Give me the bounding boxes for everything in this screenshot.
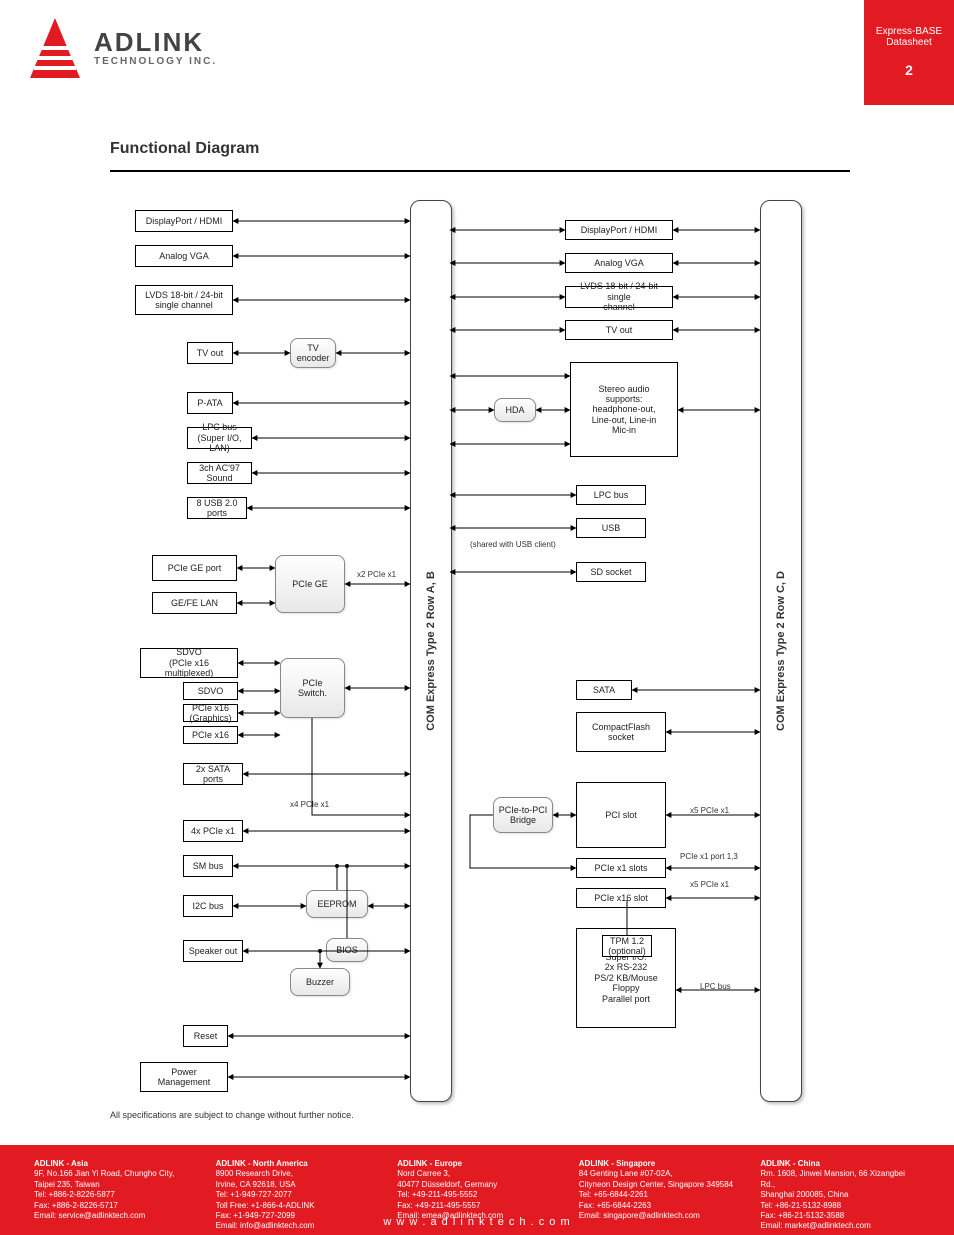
footer-eu-fax: Fax: +49-211-495-5557 — [397, 1201, 557, 1211]
footer-sg: ADLINK - Singapore — [579, 1159, 739, 1169]
page: ADLINK TECHNOLOGY INC. Express-BASE Data… — [0, 0, 954, 1235]
footer-na-toll: Toll Free: +1-866-4-ADLINK — [216, 1201, 376, 1211]
footer-sg-fax: Fax: +65-6844-2263 — [579, 1201, 739, 1211]
footer-url: w w w . a d l i n k t e c h . c o m — [0, 1215, 954, 1229]
footer-sg-addr: 84 Genting Lane #07-02A,Cityneon Design … — [579, 1169, 739, 1190]
footer-eu: ADLINK - Europe — [397, 1159, 557, 1169]
footer-hq-tel: Tel: +886-2-8226-5877 — [34, 1190, 194, 1200]
footer-na: ADLINK - North America — [216, 1159, 376, 1169]
spec-note: All specifications are subject to change… — [110, 1110, 354, 1120]
footer-na-tel: Tel: +1-949-727-2077 — [216, 1190, 376, 1200]
footer-sg-tel: Tel: +65-6844-2261 — [579, 1190, 739, 1200]
footer-cn-addr: Rm. 1608, Jinwei Mansion, 66 Xizangbei R… — [760, 1169, 920, 1200]
footer-hq: ADLINK - Asia — [34, 1159, 194, 1169]
footer-hq-addr: 9F, No.166 Jian Yi Road, Chungho City,Ta… — [34, 1169, 194, 1190]
footer-cn-tel: Tel: +86-21-5132-8988 — [760, 1201, 920, 1211]
footer-hq-fax: Fax: +886-2-8226-5717 — [34, 1201, 194, 1211]
footer: ADLINK - Asia 9F, No.166 Jian Yi Road, C… — [0, 1145, 954, 1235]
diagram: COM Express Type 2 Row A, B COM Express … — [0, 0, 954, 1235]
footer-eu-addr: Nord Carree 3,40477 Düsseldorf, Germany — [397, 1169, 557, 1190]
footer-na-addr: 8900 Research Drive,Irvine, CA 92618, US… — [216, 1169, 376, 1190]
footer-eu-tel: Tel: +49-211-495-5552 — [397, 1190, 557, 1200]
connectors — [0, 0, 954, 1235]
footer-cn: ADLINK - China — [760, 1159, 920, 1169]
